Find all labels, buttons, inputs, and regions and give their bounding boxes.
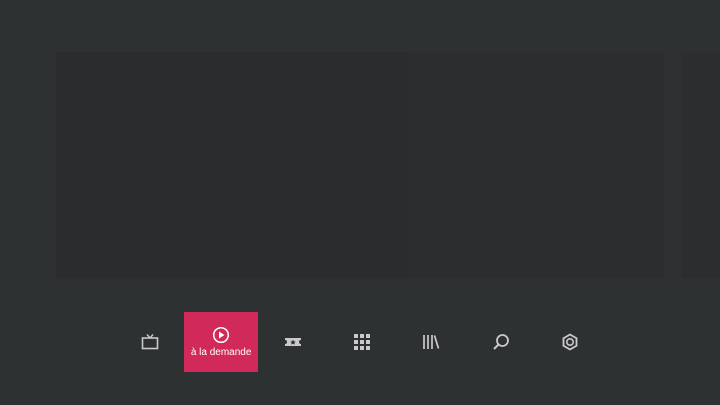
featured-content-image [56,52,408,278]
nav-item-on-demand[interactable]: à la demande [184,312,258,372]
search-icon [491,332,511,352]
nav-item-apps[interactable] [327,312,396,372]
tv-icon [140,332,160,352]
settings-icon [560,332,580,352]
apps-grid-icon [352,332,372,352]
featured-content-card[interactable] [56,52,664,278]
nav-item-library[interactable] [397,312,466,372]
nav-item-label: à la demande [190,347,252,358]
nav-item-search[interactable] [466,312,535,372]
nav-item-settings[interactable] [536,312,605,372]
nav-item-tickets[interactable] [258,312,327,372]
play-circle-icon [212,326,230,344]
library-icon [421,332,441,352]
main-navigation: à la demande [115,312,605,372]
nav-item-tv[interactable] [115,312,184,372]
ticket-icon [283,332,303,352]
next-content-card[interactable] [681,52,720,278]
tv-home-screen: à la demande [0,0,720,405]
